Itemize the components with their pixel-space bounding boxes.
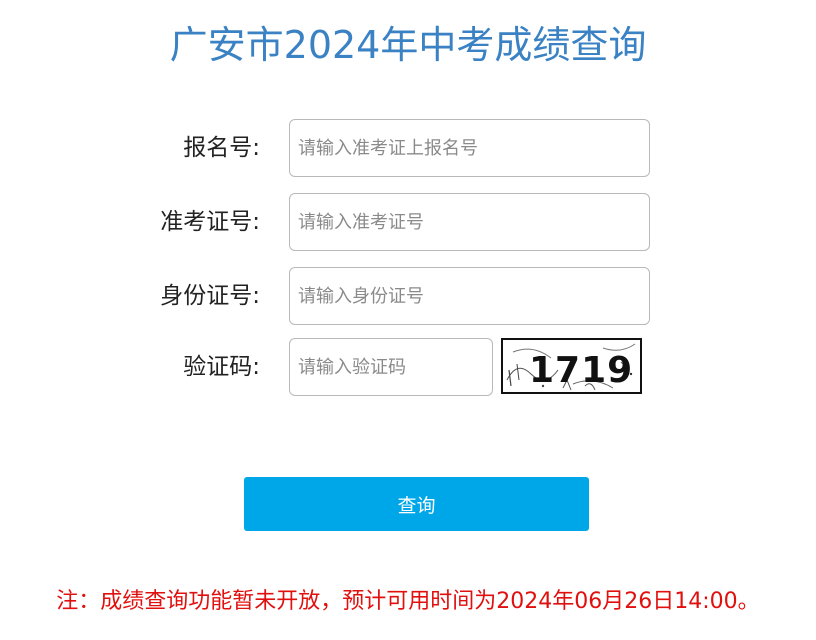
id-number-row: 身份证号: bbox=[0, 267, 816, 327]
id-number-label: 身份证号: bbox=[160, 283, 260, 309]
verification-code-input[interactable] bbox=[289, 338, 493, 396]
captcha-image[interactable]: 1719 bbox=[501, 338, 642, 394]
registration-number-row: 报名号: bbox=[0, 119, 816, 179]
exam-ticket-number-input[interactable] bbox=[289, 193, 650, 251]
score-query-page: 广安市2024年中考成绩查询 报名号: 准考证号: 身份证号: 验证码: bbox=[0, 0, 816, 640]
registration-number-input[interactable] bbox=[289, 119, 650, 177]
query-button[interactable]: 查询 bbox=[244, 477, 589, 531]
page-title: 广安市2024年中考成绩查询 bbox=[169, 23, 647, 67]
availability-notice: 注：成绩查询功能暂未开放，预计可用时间为2024年06月26日14:00。 bbox=[56, 589, 760, 614]
captcha-text: 1719 bbox=[529, 350, 633, 391]
registration-number-label: 报名号: bbox=[183, 135, 260, 161]
exam-ticket-number-label: 准考证号: bbox=[160, 209, 260, 235]
id-number-input[interactable] bbox=[289, 267, 650, 325]
verification-code-label: 验证码: bbox=[183, 354, 260, 380]
verification-code-row: 验证码: 1719 bbox=[0, 338, 816, 398]
captcha-graphic: 1719 bbox=[506, 343, 636, 391]
exam-ticket-number-row: 准考证号: bbox=[0, 193, 816, 253]
